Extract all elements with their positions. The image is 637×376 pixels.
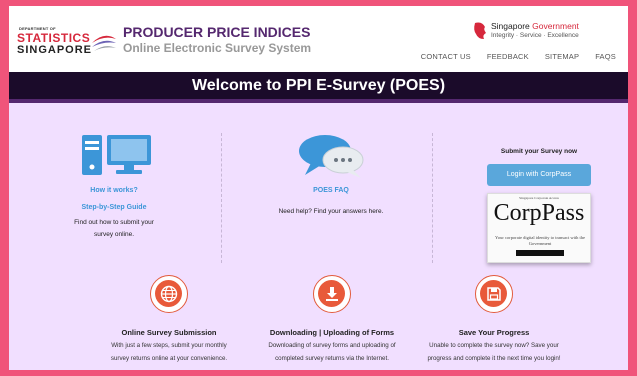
welcome-banner: Welcome to PPI E-Survey (POES): [9, 72, 628, 103]
feature-save-progress: Save Your Progress Unable to complete th…: [404, 275, 584, 365]
gov-logo-government: Government: [532, 21, 579, 31]
singapore-government-logo[interactable]: Singapore Government Integrity · Service…: [472, 21, 622, 45]
login-corppass-button[interactable]: Login with CorpPass: [487, 164, 591, 186]
app-title: PRODUCER PRICE INDICES: [123, 24, 311, 40]
feature-online-submission: Online Survey Submission With just a few…: [84, 275, 254, 365]
top-nav: CONTACT US FEEDBACK SITEMAP FAQS: [421, 52, 616, 61]
gov-logo-tagline: Integrity · Service · Excellence: [491, 32, 579, 39]
corppass-sub-text: Your corporate digital identity to trans…: [495, 235, 585, 246]
logo-statistics-text: STATISTICS: [17, 31, 91, 45]
poes-faq-link[interactable]: POES FAQ: [241, 187, 421, 194]
computer-icon[interactable]: [74, 133, 154, 177]
feature-icon-circle: [150, 275, 188, 313]
feature-title: Save Your Progress: [458, 328, 530, 337]
feature-desc-2: progress and complete it the next time y…: [427, 354, 561, 362]
panel-divider: [221, 133, 222, 263]
how-it-works-link[interactable]: How it works?: [39, 187, 189, 194]
main-content: How it works? Step-by-Step Guide Find ou…: [9, 103, 628, 370]
welcome-title: Welcome to PPI E-Survey (POES): [191, 76, 446, 94]
step-by-step-guide-link[interactable]: Step-by-Step Guide: [39, 204, 189, 211]
corppass-logo-text: CorpPass: [493, 200, 585, 226]
page-frame: DEPARTMENT OF STATISTICS SINGAPORE PRODU…: [9, 6, 628, 370]
nav-faqs[interactable]: FAQS: [595, 52, 616, 61]
feature-icon-circle: [313, 275, 351, 313]
app-subtitle: Online Electronic Survey System: [123, 41, 312, 55]
gov-logo-singapore: Singapore: [491, 21, 530, 31]
feature-download-upload: Downloading | Uploading of Forms Downloa…: [242, 275, 422, 365]
statistics-swirl-icon: [92, 35, 116, 51]
feature-desc-1: Unable to complete the survey now? Save …: [429, 342, 559, 349]
feature-title: Online Survey Submission: [121, 328, 217, 337]
gov-logo-text: Singapore Government: [491, 21, 579, 31]
how-it-works-desc-1: Find out how to submit your: [74, 219, 154, 226]
download-icon: [325, 286, 338, 301]
logo-singapore-text: SINGAPORE: [17, 44, 93, 56]
feature-desc-1: Downloading of survey forms and uploadin…: [268, 342, 396, 349]
save-icon: [486, 286, 501, 301]
feature-title: Downloading | Uploading of Forms: [269, 328, 395, 337]
corppass-banner[interactable]: Singapore Corporate Access CorpPass Your…: [487, 193, 591, 263]
chat-bubbles-icon[interactable]: [295, 133, 367, 179]
nav-feedback[interactable]: FEEDBACK: [487, 52, 529, 61]
faq-desc: Need help? Find your answers here.: [278, 208, 384, 215]
how-it-works-desc-2: survey online.: [93, 231, 135, 238]
lion-head-icon: [474, 22, 486, 39]
header: DEPARTMENT OF STATISTICS SINGAPORE PRODU…: [9, 6, 628, 72]
nav-sitemap[interactable]: SITEMAP: [545, 52, 579, 61]
nav-contact-us[interactable]: CONTACT US: [421, 52, 471, 61]
how-it-works-panel: How it works? Step-by-Step Guide Find ou…: [39, 133, 189, 241]
corppass-bar: [516, 250, 564, 256]
submit-title: Submit your Survey now: [500, 148, 578, 155]
faq-panel: POES FAQ Need help? Find your answers he…: [241, 133, 421, 218]
feature-desc-2: survey returns online at your convenienc…: [110, 354, 228, 362]
globe-icon: [160, 285, 177, 302]
panel-divider: [432, 133, 433, 263]
feature-icon-circle: [475, 275, 513, 313]
feature-desc-2: completed survey returns via the Interne…: [275, 354, 389, 362]
submit-panel: Submit your Survey now Login with CorpPa…: [474, 148, 604, 263]
statistics-singapore-logo[interactable]: DEPARTMENT OF STATISTICS SINGAPORE: [15, 26, 119, 58]
feature-desc-1: With just a few steps, submit your month…: [111, 342, 227, 349]
